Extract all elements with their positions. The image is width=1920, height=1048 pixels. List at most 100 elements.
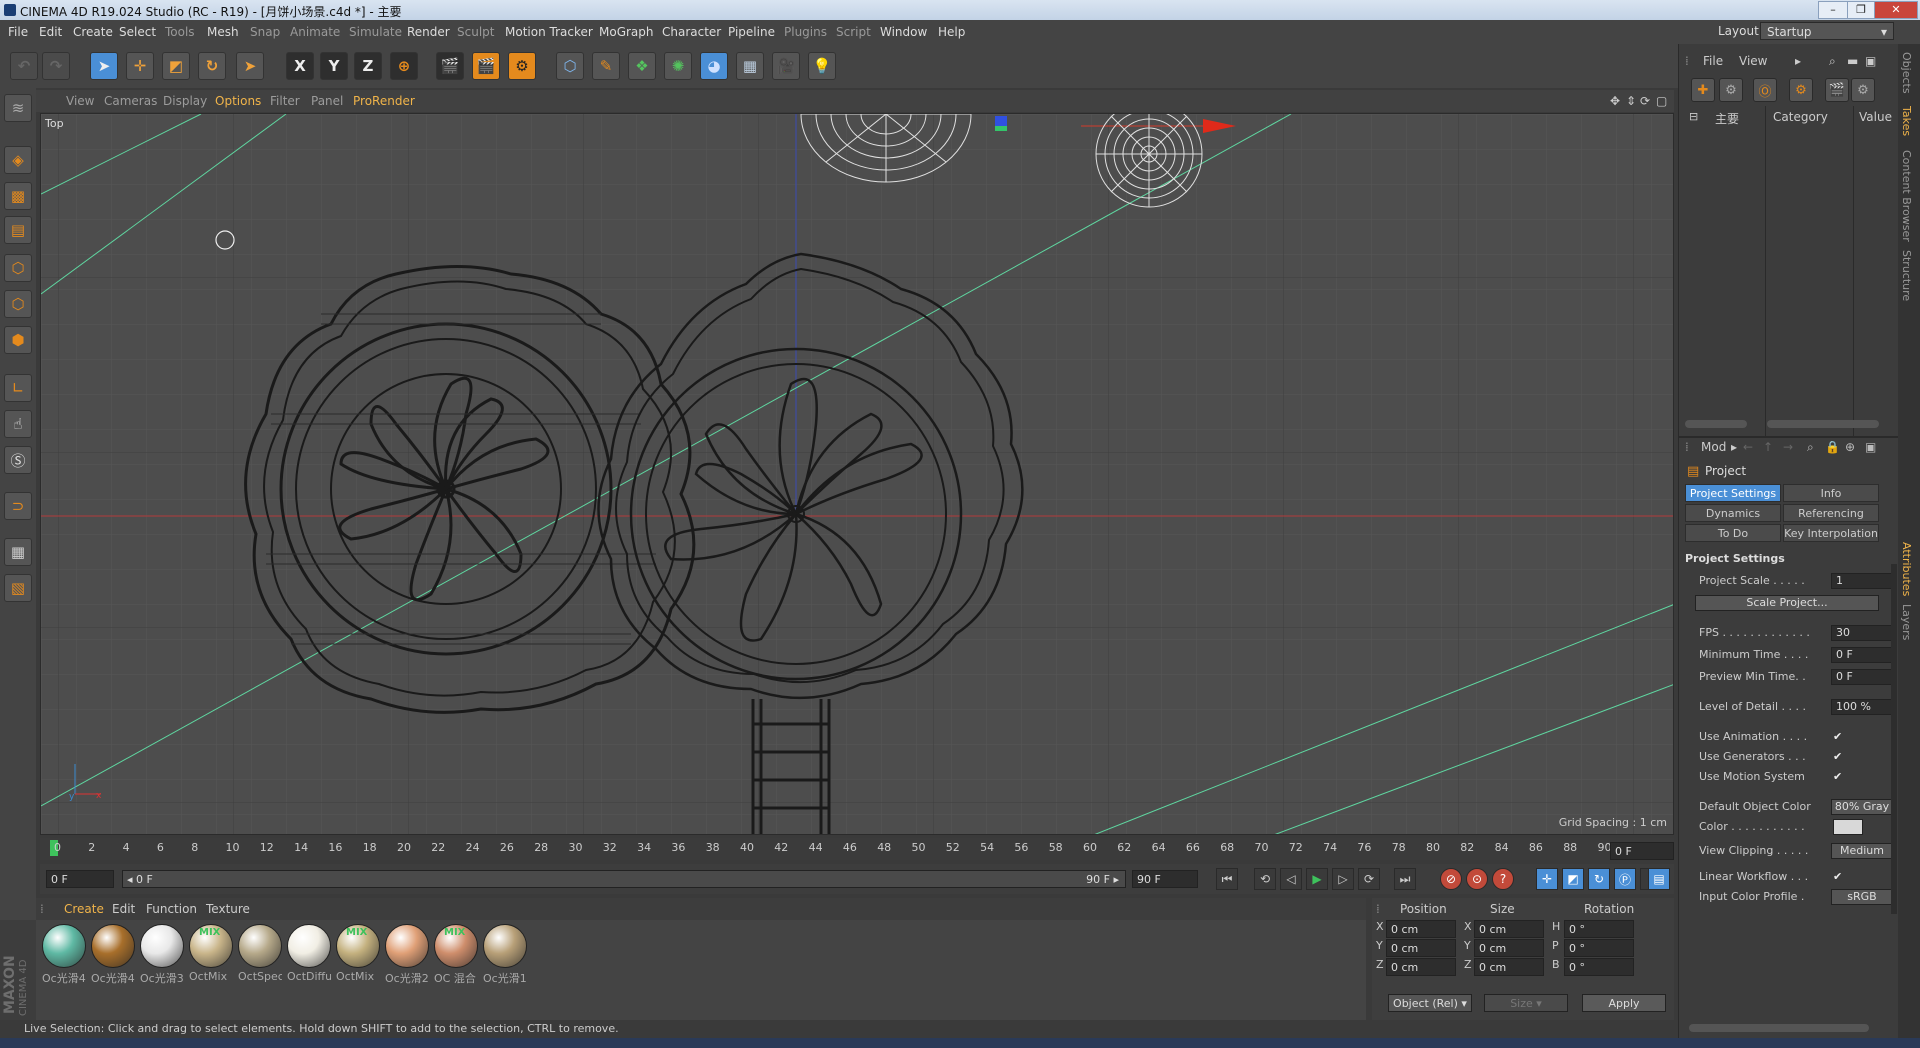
material-swatch[interactable]: Oc光滑2 <box>385 924 429 986</box>
make-editable-button[interactable]: ≋ <box>4 94 32 122</box>
takes-settings-button[interactable]: ⚙ <box>1851 78 1875 102</box>
viewport-maximize-icon[interactable]: ▢ <box>1656 94 1667 108</box>
tab-project-settings[interactable]: Project Settings <box>1685 484 1781 502</box>
menu-script[interactable]: Script <box>836 25 871 39</box>
layout-dropdown[interactable]: Startup ▾ <box>1760 22 1894 40</box>
solo-button[interactable]: Ⓢ <box>4 446 32 474</box>
redo-button[interactable]: ↷ <box>42 52 70 80</box>
material-swatch[interactable]: MIX OctMix <box>336 924 380 983</box>
viewport-menu-view[interactable]: View <box>66 94 94 108</box>
deformer-button[interactable]: ◕ <box>700 52 728 80</box>
search-icon[interactable]: ⌕ <box>1829 54 1836 69</box>
lock-icon[interactable]: 🔒 <box>1825 440 1840 454</box>
render-view-button[interactable]: 🎬 <box>436 52 464 80</box>
record-keys-button[interactable]: ⊘ <box>1440 868 1462 890</box>
undo-button[interactable]: ↶ <box>10 52 38 80</box>
menu-tools[interactable]: Tools <box>165 25 195 39</box>
pen-spline-button[interactable]: ✎ <box>592 52 620 80</box>
next-key-button[interactable]: ⟳ <box>1358 868 1380 890</box>
render-picture-viewer-button[interactable]: 🎬 <box>472 52 500 80</box>
viewport-menu-filter[interactable]: Filter <box>270 94 300 108</box>
minimize-panel-icon[interactable]: ▬ <box>1847 54 1858 68</box>
horizontal-scrollbar[interactable] <box>1689 1024 1869 1032</box>
coord-rotation-field[interactable]: 0 ° <box>1564 920 1634 938</box>
side-tab-structure[interactable]: Structure <box>1900 250 1913 301</box>
menu-window[interactable]: Window <box>880 25 927 39</box>
linear-workflow-checkbox[interactable]: ✔ <box>1833 870 1845 883</box>
menu-snap[interactable]: Snap <box>250 25 280 39</box>
take-expand-icon[interactable]: ⊟ <box>1689 110 1698 123</box>
material-swatch[interactable]: Oc光滑4 <box>91 924 135 986</box>
coordinate-system-button[interactable]: ⊕ <box>390 52 418 80</box>
minimum-time-field[interactable]: 0 F <box>1831 647 1893 663</box>
takes-clapper-button[interactable]: 🎬 <box>1825 78 1849 102</box>
vertical-scrollbar[interactable] <box>1891 564 1897 914</box>
panel-layout-icon[interactable]: ▣ <box>1865 440 1876 454</box>
key-position-button[interactable]: ✛ <box>1536 868 1558 890</box>
end-frame-field[interactable]: 90 F <box>1132 870 1198 888</box>
move-tool-button[interactable]: ✛ <box>126 52 154 80</box>
menu-animate[interactable]: Animate <box>290 25 340 39</box>
nav-up-icon[interactable]: ↑ <box>1763 440 1773 454</box>
previous-key-button[interactable]: ⟲ <box>1254 868 1276 890</box>
menu-mograph[interactable]: MoGraph <box>599 25 654 39</box>
side-tab-objects[interactable]: Objects <box>1900 52 1913 94</box>
axis-x-toggle[interactable]: X <box>286 52 314 80</box>
key-scale-button[interactable]: ◩ <box>1562 868 1584 890</box>
recent-tool-button[interactable]: ➤ <box>236 52 264 80</box>
coord-rotation-field[interactable]: 0 ° <box>1564 958 1634 976</box>
objects-menu-file[interactable]: File <box>1703 54 1723 68</box>
polygons-mode-button[interactable]: ⬢ <box>4 326 32 354</box>
coord-apply-button[interactable]: Apply <box>1582 994 1666 1012</box>
tab-info[interactable]: Info <box>1783 484 1879 502</box>
menu-mesh[interactable]: Mesh <box>207 25 239 39</box>
nav-back-icon[interactable]: ← <box>1743 440 1753 454</box>
viewport-menu-display[interactable]: Display <box>163 94 207 108</box>
viewport-rotate-icon[interactable]: ⟳ <box>1640 94 1650 108</box>
material-swatch[interactable]: MIX OctMix <box>189 924 233 983</box>
chevron-right-icon[interactable]: ▸ <box>1731 440 1737 454</box>
play-button[interactable]: ▶ <box>1306 868 1328 890</box>
axis-y-toggle[interactable]: Y <box>320 52 348 80</box>
coord-mode-dropdown[interactable]: Object (Rel) ▾ <box>1388 994 1472 1012</box>
key-parameter-button[interactable]: Ⓟ <box>1614 868 1636 890</box>
material-swatch[interactable]: Oc光滑1 <box>483 924 527 986</box>
panel-layout-icon[interactable]: ▣ <box>1865 54 1876 68</box>
viewport-zoom-icon[interactable]: ⇕ <box>1626 94 1636 108</box>
texture-mode-button[interactable]: ▩ <box>4 182 32 210</box>
material-menu-function[interactable]: Function <box>146 902 197 916</box>
menu-edit[interactable]: Edit <box>39 25 62 39</box>
side-tab-takes[interactable]: Takes <box>1900 106 1913 136</box>
preview-min-time-field[interactable]: 0 F <box>1831 669 1893 685</box>
autokey-button[interactable]: ⊙ <box>1466 868 1488 890</box>
menu-simulate[interactable]: Simulate <box>349 25 402 39</box>
coord-position-field[interactable]: 0 cm <box>1386 939 1456 957</box>
input-color-profile-dropdown[interactable]: sRGB <box>1831 889 1893 905</box>
nav-forward-icon[interactable]: → <box>1783 440 1793 454</box>
fps-field[interactable]: 30 <box>1831 625 1893 641</box>
menu-motion-tracker[interactable]: Motion Tracker <box>505 25 593 39</box>
tweak-mode-button[interactable]: ☝ <box>4 410 32 438</box>
menu-help[interactable]: Help <box>938 25 965 39</box>
viewport-menu-panel[interactable]: Panel <box>311 94 343 108</box>
horizontal-scrollbar[interactable] <box>1685 420 1747 428</box>
viewport-top[interactable]: x y Top Grid Spacing : 1 cm <box>40 113 1674 835</box>
viewport-menu-cameras[interactable]: Cameras <box>104 94 157 108</box>
coord-size-mode-dropdown[interactable]: Size ▾ <box>1484 994 1568 1012</box>
menu-pipeline[interactable]: Pipeline <box>728 25 775 39</box>
takes-new-button[interactable]: ✚ <box>1691 78 1715 102</box>
search-icon[interactable]: ⌕ <box>1807 440 1814 455</box>
menu-plugins[interactable]: Plugins <box>784 25 827 39</box>
material-menu-texture[interactable]: Texture <box>206 902 250 916</box>
menu-character[interactable]: Character <box>662 25 721 39</box>
use-animation-checkbox[interactable]: ✔ <box>1833 730 1845 743</box>
points-mode-button[interactable]: ⬡ <box>4 254 32 282</box>
side-tab-layers[interactable]: Layers <box>1900 604 1913 640</box>
material-swatch[interactable]: OctSpec <box>238 924 282 983</box>
subdivision-button[interactable]: ❖ <box>628 52 656 80</box>
start-frame-field[interactable]: 0 F <box>46 870 114 888</box>
take-root-label[interactable]: 主要 <box>1715 110 1739 127</box>
chevron-right-icon[interactable]: ▸ <box>1795 54 1801 68</box>
maximize-button[interactable]: ❐ <box>1847 1 1875 19</box>
menu-render[interactable]: Render <box>407 25 450 39</box>
